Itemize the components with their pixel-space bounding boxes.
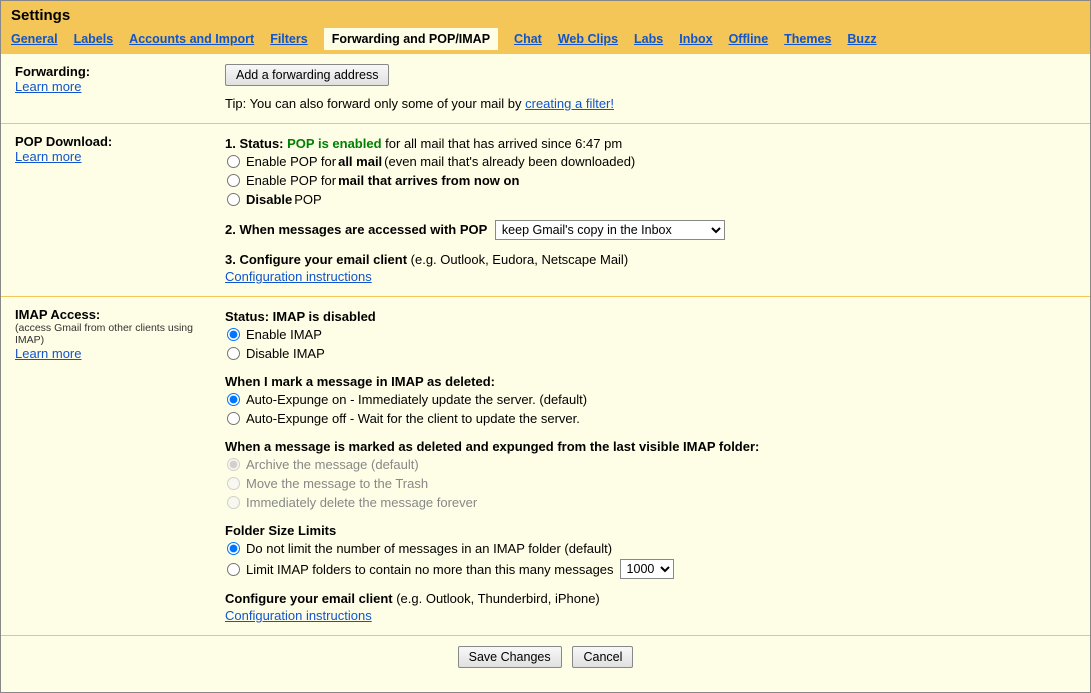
tab-offline[interactable]: Offline (729, 28, 769, 50)
imap-status: Status: IMAP is disabled (225, 309, 1076, 324)
expunged-trash-text: Move the message to the Trash (246, 476, 428, 491)
header: Settings General Labels Accounts and Impor… (1, 1, 1090, 54)
section-imap: IMAP Access: (access Gmail from other cl… (1, 297, 1090, 636)
pop-status-value: POP is enabled (287, 136, 381, 151)
pop-access-label: 2. When messages are accessed with POP (225, 222, 487, 237)
pop-enable-all-radio[interactable] (227, 155, 240, 168)
pop-config-instructions-link[interactable]: Configuration instructions (225, 269, 372, 284)
page-title: Settings (11, 5, 1080, 28)
pop-access-row: 2. When messages are accessed with POP k… (225, 220, 1076, 240)
expunge-off-text: Auto-Expunge off - Wait for the client t… (246, 411, 580, 426)
folder-nolimit-text: Do not limit the number of messages in a… (246, 541, 612, 556)
pop-enable-all-bold: all mail (338, 154, 382, 169)
create-filter-link[interactable]: creating a filter! (525, 96, 614, 111)
tab-accounts-and-import[interactable]: Accounts and Import (129, 28, 254, 50)
pop-label: POP Download: (15, 134, 215, 149)
content: Forwarding: Learn more Add a forwarding … (1, 54, 1090, 678)
forwarding-label: Forwarding: (15, 64, 215, 79)
expunge-on-radio[interactable] (227, 393, 240, 406)
add-forwarding-address-button[interactable]: Add a forwarding address (225, 64, 389, 86)
imap-config-suffix: (e.g. Outlook, Thunderbird, iPhone) (393, 591, 600, 606)
expunged-delete-text: Immediately delete the message forever (246, 495, 477, 510)
expunged-delete-radio[interactable] (227, 496, 240, 509)
imap-label: IMAP Access: (15, 307, 215, 322)
tab-filters[interactable]: Filters (270, 28, 308, 50)
imap-disable-radio[interactable] (227, 347, 240, 360)
tabs-bar: General Labels Accounts and Import Filters F… (11, 28, 1080, 54)
pop-status-prefix: 1. Status: (225, 136, 287, 151)
imap-config-instructions-link[interactable]: Configuration instructions (225, 608, 372, 623)
imap-disable-text: Disable IMAP (246, 346, 325, 361)
pop-enable-all-suffix: (even mail that's already been downloade… (384, 154, 635, 169)
pop-learn-more-link[interactable]: Learn more (15, 149, 81, 164)
pop-access-select[interactable]: keep Gmail's copy in the Inbox (495, 220, 725, 240)
pop-disable-suffix: POP (294, 192, 321, 207)
tab-general[interactable]: General (11, 28, 58, 50)
imap-mark-deleted-header: When I mark a message in IMAP as deleted… (225, 374, 1076, 389)
folder-limit-select[interactable]: 1000 (620, 559, 674, 579)
pop-configure-bold: 3. Configure your email client (225, 252, 407, 267)
cancel-button[interactable]: Cancel (572, 646, 633, 668)
pop-enable-now-prefix: Enable POP for (246, 173, 336, 188)
tab-forwarding-and-pop-imap[interactable]: Forwarding and POP/IMAP (324, 28, 498, 50)
tab-labs[interactable]: Labs (634, 28, 663, 50)
tab-buzz[interactable]: Buzz (847, 28, 876, 50)
forwarding-tip: Tip: You can also forward only some of y… (225, 96, 1076, 111)
footer-buttons: Save Changes Cancel (1, 636, 1090, 678)
folder-limit-radio[interactable] (227, 563, 240, 576)
pop-disable-bold: Disable (246, 192, 292, 207)
expunged-trash-radio[interactable] (227, 477, 240, 490)
pop-enable-all-prefix: Enable POP for (246, 154, 336, 169)
folder-nolimit-radio[interactable] (227, 542, 240, 555)
pop-disable-row: Disable POP (225, 191, 1076, 208)
pop-enable-now-row: Enable POP for mail that arrives from no… (225, 172, 1076, 189)
tab-labels[interactable]: Labels (74, 28, 114, 50)
expunged-archive-text: Archive the message (default) (246, 457, 419, 472)
imap-expunged-header: When a message is marked as deleted and … (225, 439, 1076, 454)
pop-enable-now-bold: mail that arrives from now on (338, 173, 519, 188)
pop-enable-all-row: Enable POP for all mail (even mail that'… (225, 153, 1076, 170)
tab-chat[interactable]: Chat (514, 28, 542, 50)
imap-configure-row: Configure your email client (e.g. Outloo… (225, 591, 1076, 606)
tab-inbox[interactable]: Inbox (679, 28, 712, 50)
settings-page: Settings General Labels Accounts and Impor… (0, 0, 1091, 693)
imap-enable-radio[interactable] (227, 328, 240, 341)
expunge-on-text: Auto-Expunge on - Immediately update the… (246, 392, 587, 407)
section-forwarding: Forwarding: Learn more Add a forwarding … (1, 54, 1090, 124)
imap-sublabel: (access Gmail from other clients using I… (15, 322, 215, 346)
imap-config-bold: Configure your email client (225, 591, 393, 606)
expunged-archive-radio[interactable] (227, 458, 240, 471)
imap-learn-more-link[interactable]: Learn more (15, 346, 81, 361)
tab-web-clips[interactable]: Web Clips (558, 28, 618, 50)
forwarding-learn-more-link[interactable]: Learn more (15, 79, 81, 94)
pop-status-line: 1. Status: POP is enabled for all mail t… (225, 136, 1076, 151)
pop-enable-now-radio[interactable] (227, 174, 240, 187)
folder-size-header: Folder Size Limits (225, 523, 1076, 538)
forwarding-tip-text: Tip: You can also forward only some of y… (225, 96, 525, 111)
pop-configure-suffix: (e.g. Outlook, Eudora, Netscape Mail) (407, 252, 628, 267)
pop-configure-row: 3. Configure your email client (e.g. Out… (225, 252, 1076, 267)
folder-limit-text: Limit IMAP folders to contain no more th… (246, 562, 614, 577)
imap-enable-text: Enable IMAP (246, 327, 322, 342)
tab-themes[interactable]: Themes (784, 28, 831, 50)
section-pop: POP Download: Learn more 1. Status: POP … (1, 124, 1090, 297)
save-changes-button[interactable]: Save Changes (458, 646, 562, 668)
pop-disable-radio[interactable] (227, 193, 240, 206)
pop-status-suffix: for all mail that has arrived since 6:47… (382, 136, 623, 151)
expunge-off-radio[interactable] (227, 412, 240, 425)
